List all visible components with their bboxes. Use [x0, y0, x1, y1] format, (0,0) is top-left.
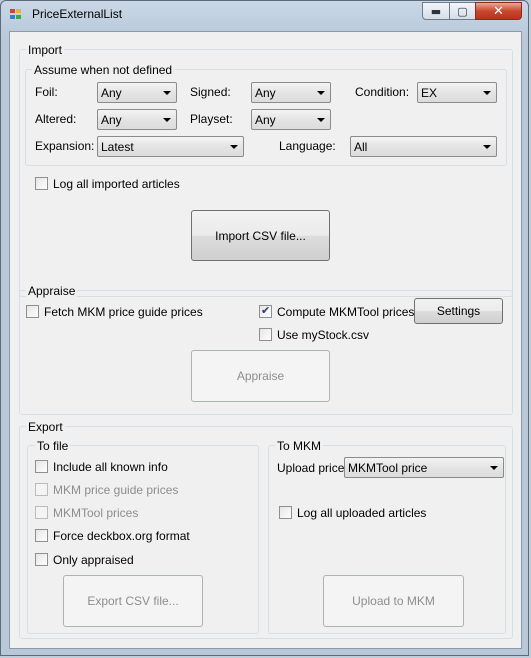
- chevron-down-icon: [163, 91, 171, 95]
- upload-to-mkm-button[interactable]: Upload to MKM: [323, 575, 464, 627]
- settings-button[interactable]: Settings: [414, 298, 503, 324]
- mkmtool-prices-checkbox[interactable]: [35, 506, 48, 519]
- upload-price-select[interactable]: MKMTool price: [344, 457, 504, 478]
- signed-value: Any: [255, 86, 276, 100]
- log-uploaded-label[interactable]: Log all uploaded articles: [297, 506, 426, 520]
- compute-mkmtool-label[interactable]: Compute MKMTool prices: [277, 305, 414, 319]
- window: PriceExternalList ▬ ▢ ✕ Import Assume wh…: [0, 0, 529, 656]
- use-mystock-checkbox[interactable]: [259, 328, 272, 341]
- chevron-down-icon: [490, 466, 498, 470]
- only-appraised-label[interactable]: Only appraised: [53, 553, 134, 567]
- force-deckbox-label[interactable]: Force deckbox.org format: [53, 529, 190, 543]
- client-area: Import Assume when not defined Foil: Any…: [9, 31, 522, 649]
- chevron-down-icon: [163, 118, 171, 122]
- language-label: Language:: [279, 139, 336, 153]
- chevron-down-icon: [230, 145, 238, 149]
- appraise-group-label: Appraise: [26, 284, 78, 298]
- force-deckbox-checkbox[interactable]: [35, 529, 48, 542]
- expansion-select[interactable]: Latest: [97, 136, 244, 157]
- chevron-down-icon: [483, 145, 491, 149]
- window-title: PriceExternalList: [32, 7, 123, 21]
- expansion-value: Latest: [101, 140, 134, 154]
- log-imported-checkbox[interactable]: [35, 177, 48, 190]
- condition-label: Condition:: [355, 85, 410, 99]
- playset-label: Playset:: [190, 112, 233, 126]
- compute-mkmtool-checkbox[interactable]: ✔: [259, 304, 272, 318]
- foil-select[interactable]: Any: [97, 82, 177, 103]
- log-imported-label[interactable]: Log all imported articles: [53, 177, 180, 191]
- fetch-mkm-checkbox[interactable]: [26, 305, 39, 318]
- title-bar[interactable]: PriceExternalList ▬ ▢ ✕: [1, 1, 530, 29]
- condition-value: EX: [421, 86, 438, 100]
- playset-select[interactable]: Any: [251, 109, 331, 130]
- maximize-button[interactable]: ▢: [449, 2, 476, 20]
- altered-label: Altered:: [35, 112, 77, 126]
- export-csv-button[interactable]: Export CSV file...: [63, 575, 203, 627]
- include-all-label[interactable]: Include all known info: [53, 460, 168, 474]
- checkmark-icon: ✔: [261, 304, 271, 317]
- minimize-button[interactable]: ▬: [422, 2, 450, 20]
- include-all-checkbox[interactable]: [35, 460, 48, 473]
- mkmtool-prices-label: MKMTool prices: [53, 506, 139, 520]
- signed-label: Signed:: [190, 85, 231, 99]
- altered-value: Any: [101, 113, 122, 127]
- only-appraised-checkbox[interactable]: [35, 553, 48, 566]
- close-icon: ✕: [493, 3, 504, 19]
- app-icon: [10, 9, 24, 21]
- export-group-label: Export: [26, 420, 65, 434]
- mkm-guide-checkbox[interactable]: [35, 483, 48, 496]
- condition-select[interactable]: EX: [417, 82, 497, 103]
- appraise-button[interactable]: Appraise: [191, 350, 330, 402]
- import-group-label: Import: [26, 43, 65, 57]
- maximize-icon: ▢: [457, 4, 468, 18]
- altered-select[interactable]: Any: [97, 109, 177, 130]
- upload-price-value: MKMTool price: [348, 461, 428, 475]
- foil-label: Foil:: [35, 85, 58, 99]
- foil-value: Any: [101, 86, 122, 100]
- signed-select[interactable]: Any: [251, 82, 331, 103]
- close-button[interactable]: ✕: [475, 2, 522, 20]
- upload-price-label: Upload price:: [277, 461, 348, 475]
- use-mystock-label[interactable]: Use myStock.csv: [277, 328, 369, 342]
- minimize-icon: ▬: [430, 4, 442, 18]
- log-uploaded-checkbox[interactable]: [279, 506, 292, 519]
- chevron-down-icon: [483, 91, 491, 95]
- chevron-down-icon: [317, 91, 325, 95]
- import-csv-button[interactable]: Import CSV file...: [191, 210, 330, 261]
- chevron-down-icon: [317, 118, 325, 122]
- expansion-label: Expansion:: [35, 139, 95, 153]
- language-select[interactable]: All: [350, 136, 497, 157]
- assume-group-label: Assume when not defined: [32, 63, 175, 77]
- fetch-mkm-label[interactable]: Fetch MKM price guide prices: [44, 305, 203, 319]
- to-mkm-group-label: To MKM: [275, 439, 324, 453]
- language-value: All: [354, 140, 368, 154]
- to-file-group-label: To file: [35, 439, 71, 453]
- mkm-guide-label: MKM price guide prices: [53, 483, 179, 497]
- playset-value: Any: [255, 113, 276, 127]
